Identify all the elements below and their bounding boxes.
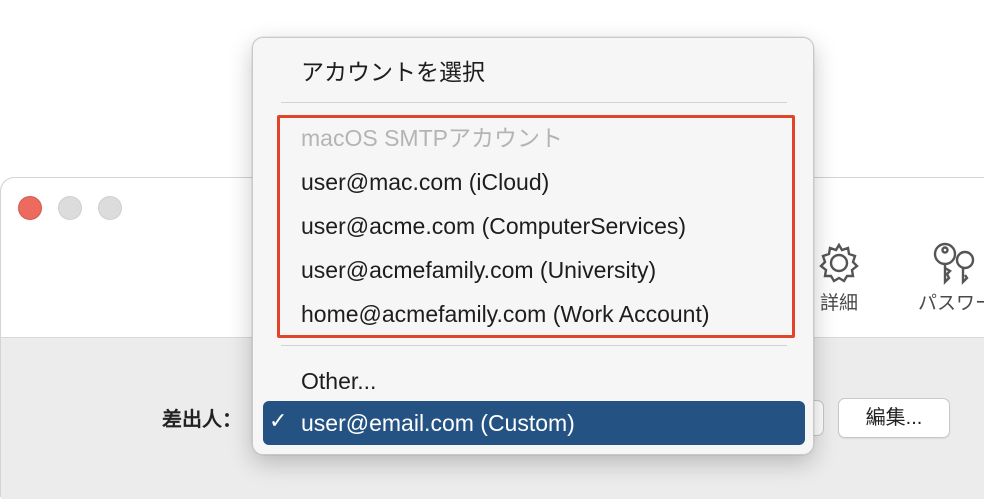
- gear-icon: [819, 242, 859, 283]
- edit-button[interactable]: 編集...: [838, 398, 950, 438]
- menu-separator: [281, 345, 787, 346]
- sender-label: 差出人：: [162, 409, 242, 431]
- toolbar-passwords-label: パスワー: [917, 293, 984, 314]
- minimize-window-button[interactable]: [58, 196, 82, 220]
- zoom-window-button[interactable]: [98, 196, 122, 220]
- menu-item-other[interactable]: Other...: [301, 367, 376, 395]
- menu-separator: [281, 102, 787, 103]
- menu-item-selected[interactable]: ✓ user@email.com (Custom): [263, 401, 805, 445]
- key-icon: [933, 242, 975, 285]
- selected-account-label: user@email.com (Custom): [301, 410, 575, 436]
- menu-header: アカウントを選択: [301, 59, 485, 85]
- toolbar-advanced-label: 詳細: [819, 293, 858, 314]
- toolbar-passwords[interactable]: パスワー: [901, 240, 984, 315]
- checkmark-icon: ✓: [269, 409, 288, 434]
- highlight-annotation-box: [277, 115, 795, 338]
- close-window-button[interactable]: [18, 196, 42, 220]
- toolbar-advanced[interactable]: 詳細: [809, 240, 869, 315]
